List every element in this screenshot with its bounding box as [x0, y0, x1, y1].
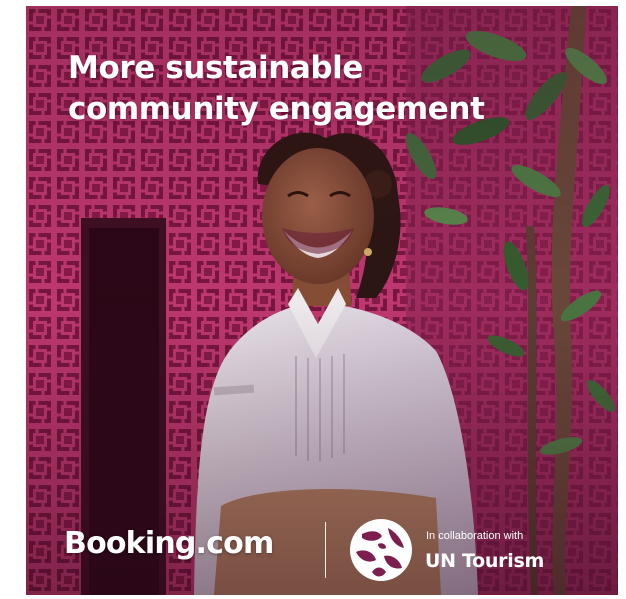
footer-divider	[325, 522, 326, 578]
headline-line-2: community engagement	[68, 91, 485, 127]
headline: More sustainable community engagement	[68, 48, 485, 130]
headline-line-1: More sustainable	[68, 50, 364, 86]
collaboration-caption: In collaboration with	[426, 530, 524, 542]
promo-banner: More sustainable community engagement Bo…	[26, 6, 618, 595]
booking-logo: Booking.com	[64, 526, 274, 561]
un-tourism-name: UN Tourism	[425, 550, 544, 572]
un-tourism-logo-icon	[350, 519, 412, 581]
